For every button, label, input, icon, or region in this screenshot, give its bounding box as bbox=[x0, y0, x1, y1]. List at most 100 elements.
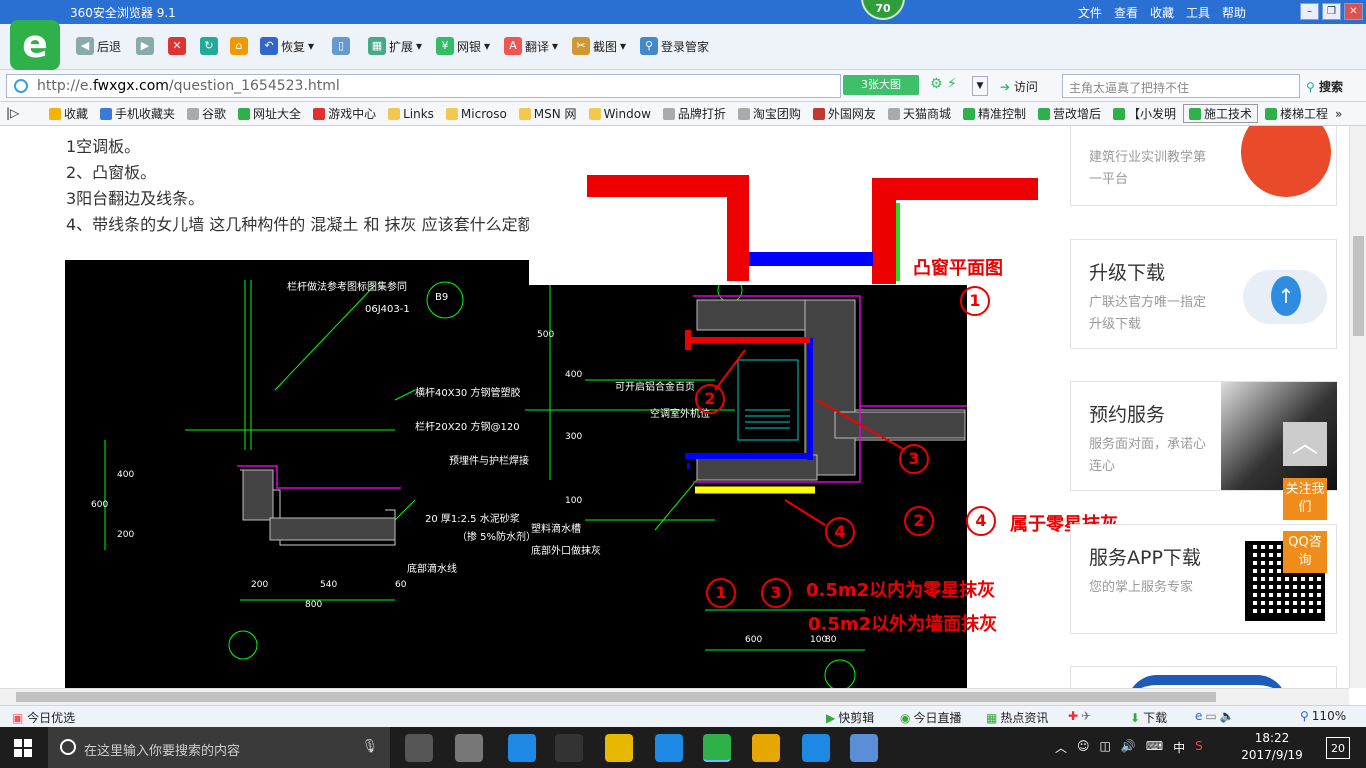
bookmark-item[interactable]: 【小发明 bbox=[1108, 105, 1181, 122]
zoom-level[interactable]: ⚲ 110% bbox=[1300, 709, 1346, 723]
home-button[interactable]: ⌂ bbox=[230, 37, 248, 55]
bank-button[interactable]: ¥ 网银 ▾ bbox=[436, 37, 490, 55]
promo-card[interactable]: 建筑行业实训教学第一平台 bbox=[1070, 126, 1337, 206]
menu-file[interactable]: 文件 bbox=[1078, 4, 1102, 21]
qq-consult-button[interactable]: QQ咨询 bbox=[1283, 531, 1327, 573]
bookmark-item[interactable]: 精准控制 bbox=[958, 105, 1031, 122]
bookmark-item[interactable]: 营改增后 bbox=[1033, 105, 1106, 122]
status-download[interactable]: ⬇ 下载 bbox=[1130, 709, 1167, 726]
windows-start-icon[interactable] bbox=[14, 739, 32, 757]
bookmark-folder[interactable]: Microso bbox=[441, 107, 512, 121]
card-title: 预约服务 bbox=[1089, 404, 1166, 426]
restore-tab-button[interactable]: ↶ 恢复 ▾ bbox=[260, 37, 314, 55]
menu-tools[interactable]: 工具 bbox=[1186, 4, 1210, 21]
network-icon[interactable]: ◫ bbox=[1100, 739, 1111, 756]
back-to-top-button[interactable]: ︿ bbox=[1283, 422, 1327, 466]
dimension: 300 bbox=[565, 432, 583, 442]
people-icon[interactable]: ☺ bbox=[1077, 739, 1090, 756]
bookmark-item[interactable]: 淘宝团购 bbox=[733, 105, 806, 122]
wechat-icon bbox=[1037, 107, 1050, 120]
edge-icon[interactable] bbox=[508, 734, 536, 762]
visit-button[interactable]: ➔ 访问 bbox=[1000, 78, 1038, 95]
bookmark-item[interactable]: 手机收藏夹 bbox=[95, 105, 180, 122]
scroll-thumb[interactable] bbox=[16, 692, 1216, 702]
translate-button[interactable]: A 翻译 ▾ bbox=[504, 37, 558, 55]
bookmark-item[interactable]: 收藏 bbox=[44, 105, 93, 122]
bookmark-item[interactable]: 游戏中心 bbox=[308, 105, 381, 122]
keyboard-icon[interactable]: ⌨ bbox=[1146, 739, 1163, 756]
app-icon[interactable] bbox=[455, 734, 483, 762]
back-button[interactable]: ◀ 后退 bbox=[76, 37, 121, 55]
bookmark-item[interactable]: 品牌打折 bbox=[658, 105, 731, 122]
bookmark-item[interactable]: 网址大全 bbox=[233, 105, 306, 122]
bookmark-item[interactable]: 天猫商城 bbox=[883, 105, 956, 122]
speed-icon[interactable]: ⚙ ⚡ bbox=[930, 76, 957, 92]
minimize-button[interactable]: – bbox=[1300, 3, 1319, 20]
stop-button[interactable]: ✕ bbox=[168, 37, 186, 55]
plan-red-post-right bbox=[872, 178, 896, 284]
restore-button[interactable]: ❐ bbox=[1322, 3, 1341, 20]
app-icon[interactable] bbox=[850, 734, 878, 762]
status-icons[interactable]: ✚ ✈ bbox=[1068, 709, 1091, 723]
stop-icon: ✕ bbox=[168, 37, 186, 55]
bookmark-item[interactable]: 谷歌 bbox=[182, 105, 231, 122]
tray-expand-icon[interactable]: ︿ bbox=[1055, 739, 1067, 756]
browser-360-icon[interactable] bbox=[703, 734, 731, 762]
task-view-icon[interactable] bbox=[405, 734, 433, 762]
download-card[interactable]: 升级下载 广联达官方唯一指定升级下载 ↑ bbox=[1070, 239, 1337, 349]
vertical-scrollbar[interactable] bbox=[1349, 126, 1366, 688]
bookmark-folder[interactable]: Links bbox=[383, 107, 439, 121]
bookmark-item[interactable]: 楼梯工程 bbox=[1260, 105, 1333, 122]
sidebar-toggle-icon[interactable]: |▷ bbox=[6, 106, 19, 120]
status-live[interactable]: ◉ 今日直播 bbox=[900, 709, 962, 726]
app-icon[interactable] bbox=[802, 734, 830, 762]
menu-view[interactable]: 查看 bbox=[1114, 4, 1138, 21]
cloud-upload-icon: ↑ bbox=[1243, 270, 1327, 324]
dropdown-icon[interactable]: ▼ bbox=[972, 76, 988, 96]
extend-button[interactable]: ▦ 扩展 ▾ bbox=[368, 37, 422, 55]
taskbar-clock[interactable]: 18:22 2017/9/19 bbox=[1240, 730, 1304, 764]
status-tools[interactable]: e ▭ 🔈 bbox=[1195, 709, 1235, 723]
page-info-icon[interactable] bbox=[14, 79, 28, 93]
sogou-icon[interactable]: S bbox=[1195, 739, 1203, 756]
file-explorer-icon[interactable] bbox=[605, 734, 633, 762]
taskbar-search[interactable]: 在这里输入你要搜索的内容 🎙 bbox=[48, 727, 390, 768]
bookmark-item[interactable]: 外国网友 bbox=[808, 105, 881, 122]
status-quick-edit[interactable]: ▶ 快剪辑 bbox=[826, 709, 874, 726]
store-icon[interactable] bbox=[555, 734, 583, 762]
search-button[interactable]: ⚲ 搜索 bbox=[1306, 78, 1343, 95]
scroll-thumb[interactable] bbox=[1353, 236, 1364, 336]
menu-favorites[interactable]: 收藏 bbox=[1150, 4, 1174, 21]
ime-indicator[interactable]: 中 bbox=[1173, 739, 1185, 756]
microphone-icon[interactable]: 🎙 bbox=[361, 739, 378, 754]
back-arrow-icon: ◀ bbox=[76, 37, 94, 55]
forward-button[interactable]: ▶ bbox=[136, 37, 154, 55]
score-badge[interactable]: 70 bbox=[861, 0, 905, 20]
screenshot-button[interactable]: ✂ 截图 ▾ bbox=[572, 37, 626, 55]
login-manager-button[interactable]: ⚲ 登录管家 bbox=[640, 37, 709, 55]
mobile-button[interactable]: ▯ bbox=[332, 37, 350, 55]
bookmark-item-active[interactable]: 施工技术 bbox=[1183, 104, 1259, 123]
app-icon[interactable] bbox=[655, 734, 683, 762]
next-card[interactable] bbox=[1070, 666, 1337, 688]
bookmark-folder[interactable]: MSN 网 bbox=[514, 105, 582, 122]
notification-center[interactable]: 20 bbox=[1326, 737, 1350, 759]
url-input[interactable]: http://e.fwxgx.com/question_1654523.html bbox=[6, 74, 841, 98]
status-news[interactable]: ▦ 热点资讯 bbox=[986, 709, 1048, 726]
today-picks[interactable]: ▣ 今日优选 bbox=[12, 709, 75, 726]
browser-logo[interactable]: e bbox=[10, 20, 60, 70]
bookmark-folder[interactable]: Window bbox=[584, 107, 656, 121]
notes-icon[interactable] bbox=[752, 734, 780, 762]
card-title: 服务APP下载 bbox=[1089, 547, 1201, 569]
follow-button[interactable]: 关注我们 bbox=[1283, 478, 1327, 520]
more-bookmarks-icon[interactable]: » bbox=[1335, 107, 1342, 121]
images-button[interactable]: 3张大图 bbox=[843, 75, 919, 95]
refresh-button[interactable]: ↻ bbox=[200, 37, 218, 55]
search-icon: ⚲ bbox=[1306, 80, 1315, 94]
volume-icon[interactable]: 🔊 bbox=[1121, 739, 1136, 756]
zoom-icon: ⚲ bbox=[1300, 709, 1309, 723]
search-input[interactable]: 主角太逼真了把持不住 bbox=[1062, 74, 1300, 98]
horizontal-scrollbar[interactable] bbox=[0, 688, 1349, 705]
close-button[interactable]: ✕ bbox=[1344, 3, 1363, 20]
menu-help[interactable]: 帮助 bbox=[1222, 4, 1246, 21]
